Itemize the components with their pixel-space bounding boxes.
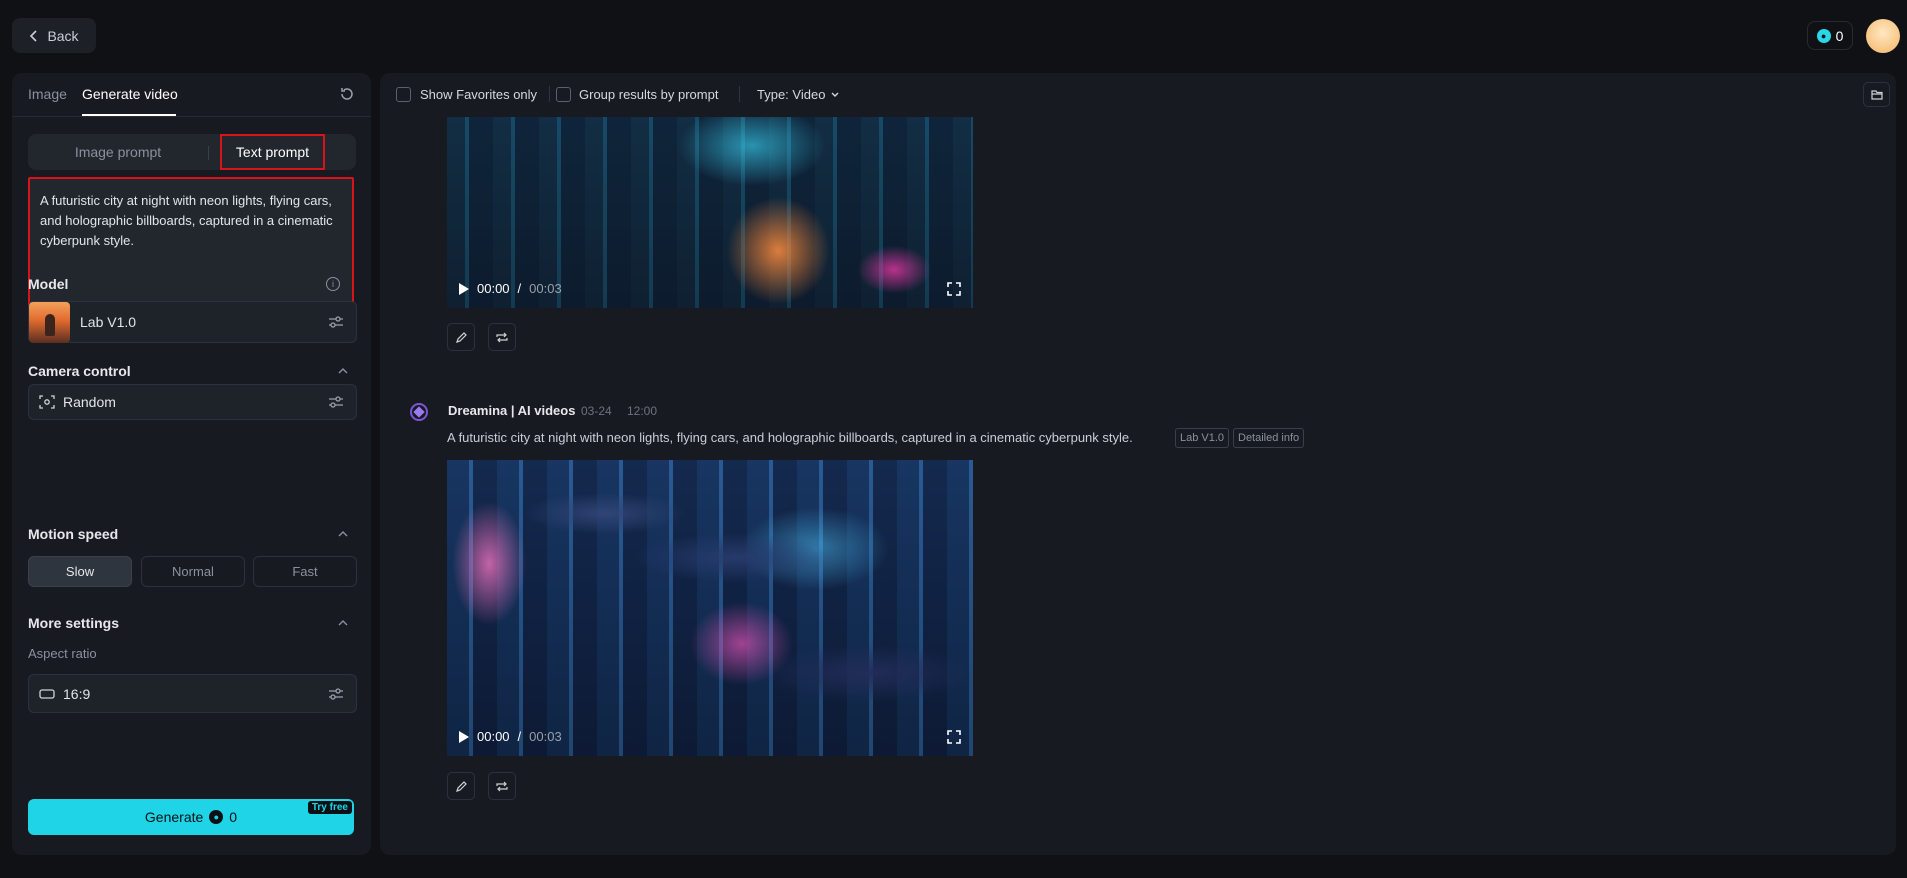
toolbar-divider xyxy=(549,86,550,102)
credits-count: 0 xyxy=(1835,27,1844,44)
video-controls: 00:00 / 00:03 xyxy=(459,281,562,296)
sliders-icon[interactable] xyxy=(328,315,344,329)
model-tag: Lab V1.0 xyxy=(1175,428,1230,448)
back-label: Back xyxy=(47,27,79,44)
fullscreen-icon[interactable] xyxy=(947,282,961,296)
credits-badge[interactable]: ● 0 xyxy=(1807,21,1853,50)
active-tab-indicator xyxy=(82,114,176,116)
camera-control-value: Random xyxy=(63,394,116,410)
entry-time: 12:00 xyxy=(627,404,658,418)
speed-slow-button[interactable]: Slow xyxy=(28,556,132,587)
model-selector[interactable]: Lab V1.0 xyxy=(28,301,357,343)
sliders-icon[interactable] xyxy=(328,687,344,701)
results-toolbar: Show Favorites only Group results by pro… xyxy=(380,73,1896,117)
group-label[interactable]: Group results by prompt xyxy=(579,87,718,102)
motion-speed-section-label: Motion speed xyxy=(28,526,119,542)
tab-generate-video[interactable]: Generate video xyxy=(82,86,178,102)
back-button[interactable]: Back xyxy=(12,18,96,53)
more-settings-section-label: More settings xyxy=(28,615,120,631)
edit-button[interactable] xyxy=(447,772,475,800)
speed-normal-button[interactable]: Normal xyxy=(141,556,245,587)
video-player[interactable]: 00:00 / 00:03 xyxy=(447,117,973,308)
results-panel: Show Favorites only Group results by pro… xyxy=(380,73,1896,855)
model-thumbnail xyxy=(29,301,70,343)
fullscreen-icon[interactable] xyxy=(947,730,961,744)
video-time-separator: / xyxy=(517,281,522,296)
video-current-time: 00:00 xyxy=(477,281,510,296)
video-controls: 00:00 / 00:03 xyxy=(459,729,562,744)
credit-coin-icon: ● xyxy=(1816,28,1831,43)
camera-control-section-label: Camera control xyxy=(28,363,131,379)
repeat-icon xyxy=(496,781,508,791)
video-duration: 00:03 xyxy=(529,281,562,296)
prompt-textarea[interactable]: A futuristic city at night with neon lig… xyxy=(28,177,354,311)
entry-date: 03-24 xyxy=(581,404,612,418)
aspect-ratio-value: 16:9 xyxy=(63,685,91,702)
type-filter-dropdown[interactable]: Type: Video xyxy=(757,87,840,102)
generation-panel: Image Generate video Image prompt Text p… xyxy=(12,73,371,855)
aspect-ratio-selector[interactable]: 16:9 xyxy=(28,674,357,713)
entry-prompt: A futuristic city at night with neon lig… xyxy=(447,430,1133,445)
chevron-up-icon[interactable] xyxy=(337,617,349,629)
chevron-up-icon[interactable] xyxy=(337,365,349,377)
folder-button[interactable] xyxy=(1863,82,1890,107)
repeat-icon xyxy=(496,332,508,342)
panel-tabs: Image Generate video xyxy=(12,73,371,117)
camera-focus-icon xyxy=(39,395,55,409)
model-section-label: Model xyxy=(28,276,69,292)
info-icon[interactable]: i xyxy=(326,277,340,291)
camera-control-selector[interactable]: Random xyxy=(28,384,357,420)
top-bar: Back ● 0 xyxy=(0,0,1907,70)
text-prompt-tab[interactable]: Text prompt xyxy=(220,134,325,170)
reset-icon[interactable] xyxy=(339,86,355,102)
generate-button[interactable]: Generate ● 0 Try free xyxy=(28,799,354,835)
group-checkbox[interactable] xyxy=(556,87,571,102)
creator-name: Dreamina | AI videos xyxy=(448,403,576,418)
video-player[interactable]: 00:00 / 00:03 xyxy=(447,460,973,756)
folder-icon xyxy=(1870,90,1883,100)
credit-coin-icon: ● xyxy=(209,810,224,824)
speed-fast-button[interactable]: Fast xyxy=(253,556,357,587)
play-icon[interactable] xyxy=(459,282,469,295)
generate-cost: 0 xyxy=(229,809,238,825)
play-icon[interactable] xyxy=(459,730,469,743)
chevron-up-icon[interactable] xyxy=(337,528,349,540)
toolbar-divider xyxy=(739,86,740,102)
aspect-ratio-label: Aspect ratio xyxy=(28,646,97,661)
favorites-label[interactable]: Show Favorites only xyxy=(420,87,537,102)
video-current-time: 00:00 xyxy=(477,729,510,744)
pencil-icon xyxy=(455,780,467,792)
user-avatar[interactable] xyxy=(1866,19,1900,53)
favorites-checkbox[interactable] xyxy=(396,87,411,102)
segment-divider xyxy=(208,146,209,160)
sliders-icon[interactable] xyxy=(328,395,344,409)
type-filter-label: Type: Video xyxy=(757,87,826,102)
aspect-ratio-icon xyxy=(39,688,55,699)
try-free-badge: Try free xyxy=(307,801,352,814)
detailed-info-tag[interactable]: Detailed info xyxy=(1233,428,1305,448)
tab-image[interactable]: Image xyxy=(28,86,67,102)
video-duration: 00:03 xyxy=(529,729,562,744)
generate-label: Generate xyxy=(144,809,204,825)
edit-button[interactable] xyxy=(447,323,475,351)
regenerate-button[interactable] xyxy=(488,772,516,800)
chevron-left-icon xyxy=(30,29,38,42)
image-prompt-tab[interactable]: Image prompt xyxy=(28,134,208,170)
creator-avatar xyxy=(410,403,428,421)
regenerate-button[interactable] xyxy=(488,323,516,351)
chevron-down-icon xyxy=(831,92,839,97)
pencil-icon xyxy=(455,331,467,343)
video-time-separator: / xyxy=(517,729,522,744)
model-name: Lab V1.0 xyxy=(80,314,137,330)
prompt-text: A futuristic city at night with neon lig… xyxy=(40,193,333,248)
